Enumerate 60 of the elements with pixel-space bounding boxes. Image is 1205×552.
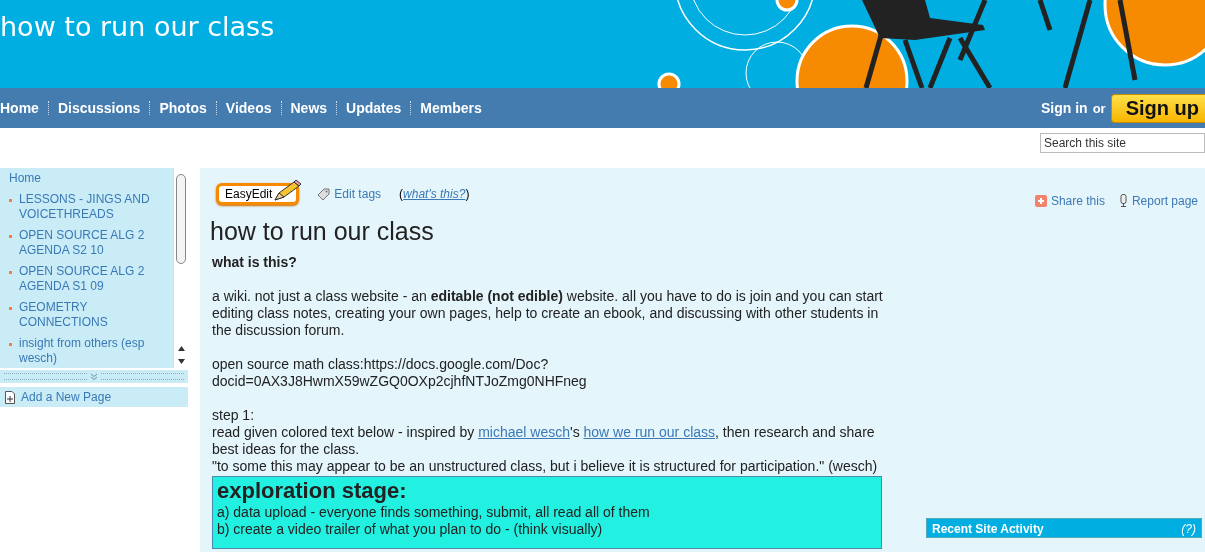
plus-icon (1034, 195, 1047, 207)
sidebar-link[interactable]: insight from others (esp wesch) (19, 336, 173, 366)
sidebar-link[interactable]: OPEN SOURCE ALG 2 AGENDA S2 10 (19, 228, 173, 258)
grip-dots[interactable] (101, 373, 184, 380)
add-page-text[interactable]: Add a New Page (21, 390, 112, 404)
scroll-down-icon (176, 358, 186, 365)
nav-link[interactable]: Members (420, 100, 482, 116)
report-text[interactable]: Report page (1131, 194, 1198, 208)
microphone-icon (1118, 194, 1128, 208)
search-field[interactable]: Search this site (1040, 133, 1205, 153)
share-text[interactable]: Share this (1050, 194, 1105, 208)
bullet-icon (9, 343, 12, 346)
step-label: step 1: (212, 407, 256, 424)
easyedit-button[interactable]: EasyEdit (216, 183, 300, 205)
parenthesis: ) (465, 187, 470, 201)
scrollbar-thumb[interactable] (176, 174, 186, 264)
nav-link[interactable]: Updates (346, 100, 402, 116)
help-link[interactable]: (?) (1181, 522, 1196, 534)
box-heading: exploration stage: (217, 478, 408, 504)
nav-link[interactable]: Photos (159, 100, 207, 116)
bullet-icon (9, 271, 12, 274)
text-line: docid=0AX3J8HwmX59wZGQ0OXp2cjhfNTJoZmg0NHFneg (212, 373, 588, 390)
nav-link[interactable]: Discussions (57, 100, 141, 116)
scroll-up-icon (176, 345, 186, 352)
pencil-icon (272, 179, 303, 201)
text-line: a) data upload - everyone finds something, submit, all read all of them (217, 504, 651, 521)
nav-link[interactable]: Home (0, 100, 39, 116)
nav-link[interactable]: News (290, 100, 328, 116)
paragraph: a wiki. not just a class website - an editable (not edible) website. all you have to do is join and you can start editing class notes, creating your own pages, help to create an ebook, and discussing with other students in the discussion forum. (212, 288, 884, 339)
page-title: how to run our class (210, 217, 435, 246)
sidebar-link[interactable]: LESSONS - JINGS AND VOICETHREADS (19, 192, 173, 222)
grip-dots[interactable] (4, 373, 87, 380)
sidebar-link[interactable]: GEOMETRY CONNECTIONS (19, 300, 173, 330)
share-link[interactable]: Share this (1034, 194, 1105, 208)
bullet-icon (9, 307, 12, 310)
bullet-icon (9, 199, 12, 202)
whats-this-link[interactable]: what's this? (403, 187, 466, 201)
text-link[interactable]: michael wesch (478, 424, 570, 440)
activity-title: Recent Site Activity (932, 522, 1044, 534)
paragraph: read given colored text below - inspired by michael wesch's how we run our class, then research and share best ideas for the class. (212, 424, 876, 458)
sidebar-link[interactable]: OPEN SOURCE ALG 2 AGENDA S1 09 (19, 264, 173, 294)
nav-link[interactable]: Videos (225, 100, 272, 116)
quote-text: "to some this may appear to be an unstructured class, but i believe it is structured for participation." (wesch) (212, 458, 879, 475)
or-text: or (1092, 100, 1106, 116)
text-line: open source math class:https://docs.google.com/Doc? (212, 356, 550, 373)
expand-icon (90, 372, 98, 381)
report-link[interactable]: Report page (1118, 194, 1198, 208)
sidebar-link[interactable]: Home (9, 171, 41, 186)
site-title: how to run our class (0, 10, 275, 42)
sign-up-button[interactable]: Sign up (1110, 93, 1205, 123)
new-page-icon (4, 390, 15, 404)
edit-tags-link[interactable]: Edit tags (317, 187, 382, 201)
text-line: b) create a video trailer of what you plan to do - (think visually) (217, 521, 604, 538)
section-heading: what is this? (212, 254, 298, 271)
tag-icon (317, 187, 331, 201)
edit-tags-text[interactable]: Edit tags (334, 187, 382, 201)
parenthesis: ( (399, 187, 404, 201)
bullet-icon (9, 235, 12, 238)
add-page-link[interactable]: Add a New Page (0, 387, 188, 407)
sign-in-link[interactable]: Sign in (1041, 100, 1088, 116)
